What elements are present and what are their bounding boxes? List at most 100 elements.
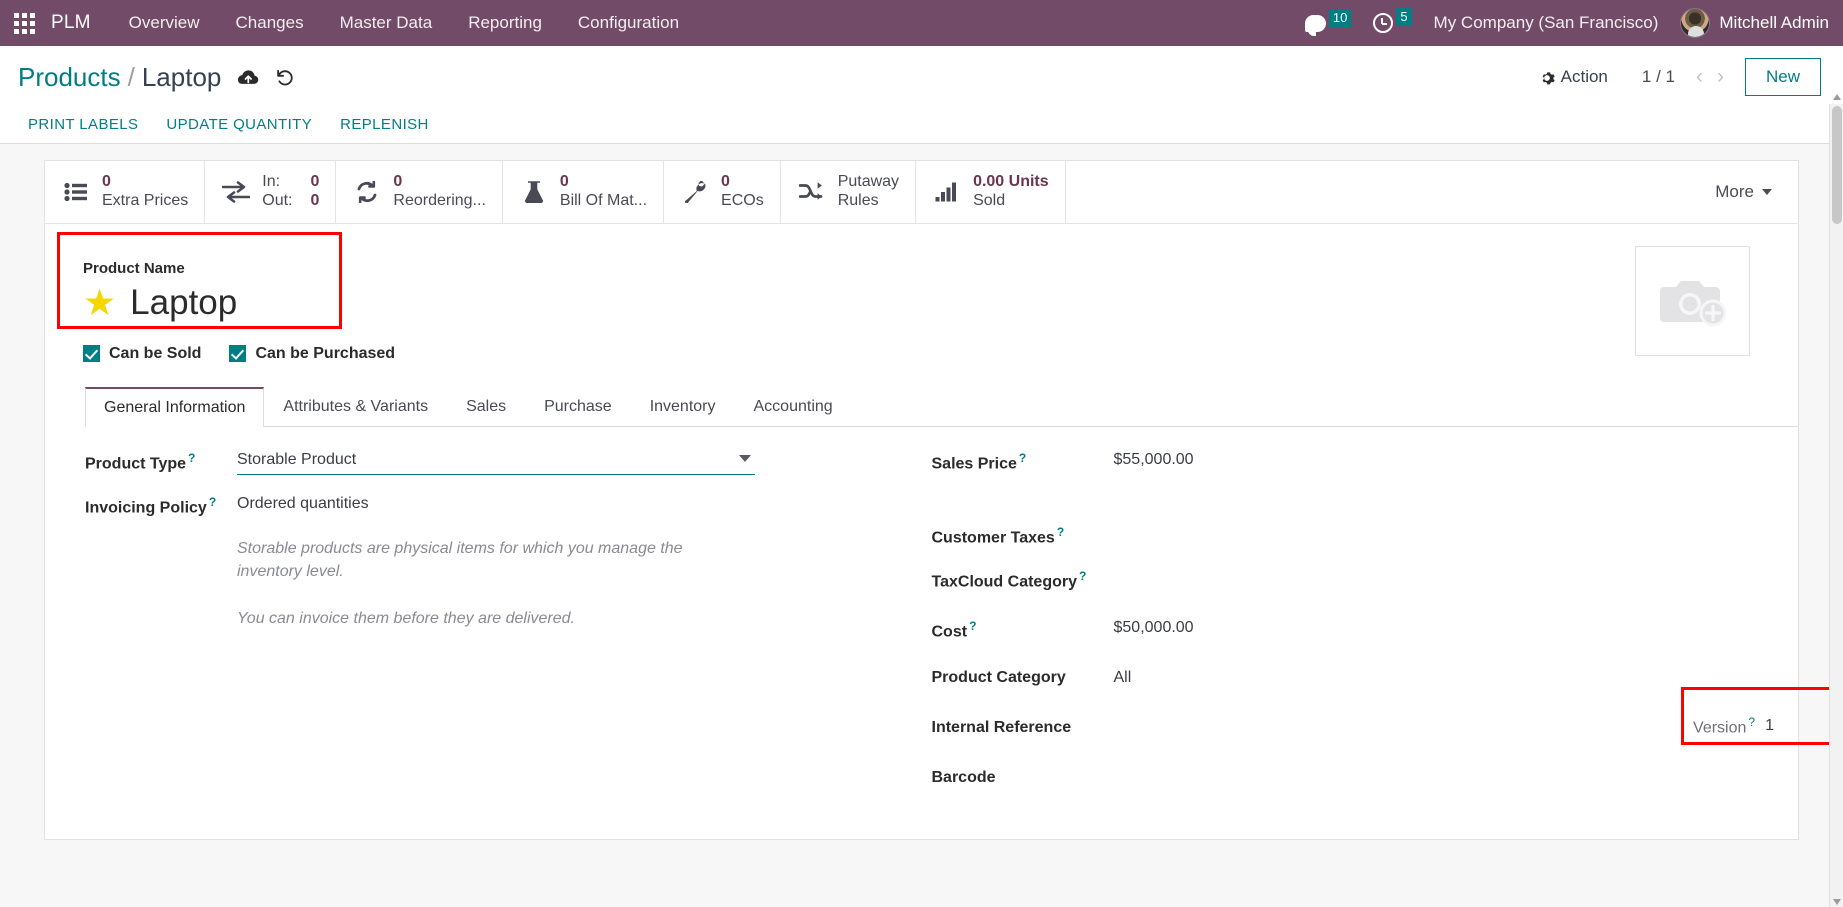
stat-button-reordering-rules[interactable]: 0 Reordering... xyxy=(336,161,503,223)
sales-price-value[interactable]: $55,000.00 xyxy=(1114,449,1194,469)
activities-button[interactable]: 5 xyxy=(1373,8,1412,33)
stat-in-out-values: In: 0 Out: 0 xyxy=(262,173,319,211)
stat-button-extra-prices[interactable]: 0 Extra Prices xyxy=(45,161,206,223)
product-type-help-note-2: You can invoice them before they are del… xyxy=(237,610,575,628)
cost-value[interactable]: $50,000.00 xyxy=(1114,617,1194,637)
update-quantity-button[interactable]: UPDATE QUANTITY xyxy=(166,116,312,133)
nav-item-reporting[interactable]: Reporting xyxy=(468,13,542,33)
app-brand-plm[interactable]: PLM xyxy=(51,12,91,34)
chevron-down-icon xyxy=(739,455,751,463)
stat-button-bill-of-materials[interactable]: 0 Bill Of Mat... xyxy=(503,161,665,223)
barcode-label: Barcode xyxy=(931,768,996,786)
stat-button-putaway-rules[interactable]: Putaway Rules xyxy=(781,161,917,223)
action-menu-button[interactable]: Action xyxy=(1539,67,1608,87)
stat-button-ecos[interactable]: 0 ECOs xyxy=(664,161,781,223)
stat-label-line1: Putaway xyxy=(837,173,900,190)
field-barcode: Barcode xyxy=(932,767,1755,793)
field-cost: Cost? $50,000.00 xyxy=(932,617,1755,643)
stat-text: 0 Bill Of Mat... xyxy=(560,173,647,211)
stat-text: 0 Reordering... xyxy=(393,173,486,211)
help-tooltip-icon[interactable]: ? xyxy=(1079,569,1086,583)
customer-taxes-label: Customer Taxes? xyxy=(932,523,1114,547)
stat-label: Sold xyxy=(973,191,1006,209)
nav-item-configuration[interactable]: Configuration xyxy=(578,13,679,33)
breadcrumb-root-products[interactable]: Products xyxy=(18,62,121,92)
replenish-button[interactable]: REPLENISH xyxy=(340,116,429,133)
can-be-sold-checkbox[interactable]: Can be Sold xyxy=(83,345,201,363)
print-labels-button[interactable]: PRINT LABELS xyxy=(28,116,138,133)
stat-label: ECOs xyxy=(721,191,764,209)
action-label: Action xyxy=(1560,67,1608,86)
scroll-up-arrow-icon[interactable] xyxy=(1833,94,1841,100)
stat-button-units-sold[interactable]: 0.00 Units Sold xyxy=(916,161,1066,223)
stat-out-value: 0 xyxy=(310,191,320,209)
highlight-box-version xyxy=(1681,686,1843,745)
help-tooltip-icon[interactable]: ? xyxy=(188,451,195,465)
tab-general-information[interactable]: General Information xyxy=(85,386,265,427)
invoicing-policy-value[interactable]: Ordered quantities xyxy=(237,493,369,513)
stat-text: 0 Extra Prices xyxy=(102,173,188,211)
tab-accounting[interactable]: Accounting xyxy=(735,387,852,426)
help-tooltip-icon[interactable]: ? xyxy=(1019,451,1026,465)
can-be-purchased-checkbox[interactable]: Can be Purchased xyxy=(229,345,395,363)
field-sales-price: Sales Price? $55,000.00 xyxy=(932,449,1755,475)
control-panel: Products / Laptop Action 1 / 1 ‹ › New PRI… xyxy=(0,46,1843,144)
scroll-down-arrow-icon[interactable] xyxy=(1833,899,1841,905)
stat-button-in-out[interactable]: In: 0 Out: 0 xyxy=(205,161,337,223)
more-stat-buttons-dropdown[interactable]: More xyxy=(1689,161,1798,223)
breadcrumb-row: Products / Laptop Action 1 / 1 ‹ › New xyxy=(0,46,1843,106)
avatar xyxy=(1680,8,1711,38)
field-product-type: Product Type? Storable Product xyxy=(85,449,920,475)
chevron-right-icon[interactable]: › xyxy=(1710,65,1731,89)
nav-item-overview[interactable]: Overview xyxy=(129,13,200,33)
checkbox-check-icon xyxy=(229,345,247,363)
cost-label: Cost? xyxy=(932,617,1114,641)
more-label: More xyxy=(1715,181,1754,201)
help-tooltip-icon[interactable]: ? xyxy=(209,495,216,509)
chevron-left-icon[interactable]: ‹ xyxy=(1689,65,1710,89)
stat-value: 0 xyxy=(721,173,730,190)
nav-item-master-data[interactable]: Master Data xyxy=(340,13,433,33)
help-tooltip-icon[interactable]: ? xyxy=(969,619,976,633)
field-product-category: Product Category All xyxy=(932,667,1755,693)
user-name-label: Mitchell Admin xyxy=(1719,13,1829,32)
cloud-upload-icon[interactable] xyxy=(237,69,259,85)
stat-text: 0.00 Units Sold xyxy=(973,173,1049,211)
product-category-label: Product Category xyxy=(931,668,1066,686)
activities-count-badge: 5 xyxy=(1396,8,1412,26)
sales-price-label: Sales Price? xyxy=(932,449,1114,473)
gear-icon xyxy=(1539,70,1555,85)
control-panel-right: Action 1 / 1 ‹ › New xyxy=(1539,58,1821,96)
product-form-sheet: 0 Extra Prices In: 0 Out: 0 0 Reordering… xyxy=(44,160,1843,840)
can-be-purchased-label: Can be Purchased xyxy=(255,344,396,362)
tab-attributes-variants[interactable]: Attributes & Variants xyxy=(264,387,447,426)
new-button[interactable]: New xyxy=(1744,58,1821,96)
user-menu[interactable]: Mitchell Admin xyxy=(1680,8,1829,38)
tab-purchase[interactable]: Purchase xyxy=(525,387,631,426)
vertical-scrollbar[interactable] xyxy=(1829,94,1843,907)
tab-inventory[interactable]: Inventory xyxy=(631,387,735,426)
product-category-value[interactable]: All xyxy=(1114,667,1132,687)
refresh-icon xyxy=(352,180,382,203)
undo-icon[interactable] xyxy=(275,67,295,87)
product-type-select[interactable]: Storable Product xyxy=(237,449,755,475)
field-invoicing-policy: Invoicing Policy? Ordered quantities xyxy=(85,493,920,519)
form-column-left: Product Type? Storable Product Invoicing… xyxy=(85,449,920,811)
help-tooltip-icon[interactable]: ? xyxy=(1057,525,1064,539)
nav-item-changes[interactable]: Changes xyxy=(236,13,304,33)
tab-sales[interactable]: Sales xyxy=(447,387,525,426)
wrench-icon xyxy=(680,180,710,203)
scrollbar-thumb[interactable] xyxy=(1832,106,1842,224)
company-switcher[interactable]: My Company (San Francisco) xyxy=(1434,13,1659,33)
record-action-buttons: PRINT LABELS UPDATE QUANTITY REPLENISH xyxy=(0,106,1843,144)
messages-button[interactable]: 10 xyxy=(1304,9,1352,36)
label-text: Sales Price xyxy=(931,455,1017,473)
stat-in-value: 0 xyxy=(310,173,320,190)
stat-in-label: In: xyxy=(262,173,281,190)
label-text: Cost xyxy=(931,623,968,641)
top-navbar: PLM Overview Changes Master Data Reporti… xyxy=(0,0,1843,46)
chat-bubble-icon xyxy=(1304,14,1326,36)
product-flags: Can be Sold Can be Purchased xyxy=(83,345,1772,363)
apps-grid-icon[interactable] xyxy=(14,12,35,34)
product-image-upload[interactable] xyxy=(1635,245,1750,356)
